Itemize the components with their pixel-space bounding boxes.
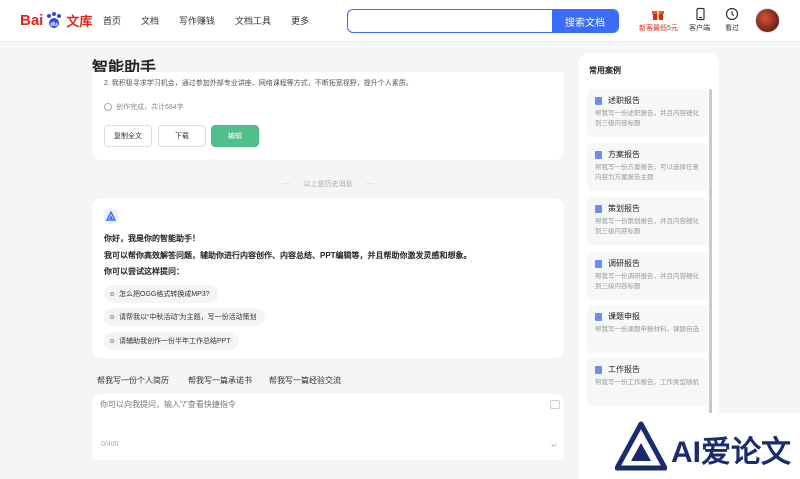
suggestion-text: 请帮我以“中秋活动”为主题，写一份活动策划 (119, 314, 257, 321)
assistant-try-prompt: 你可以尝试这样提问： (104, 267, 184, 276)
suggestion-chip[interactable]: 怎么把OGG格式转换成MP3? (104, 285, 218, 303)
document-icon (595, 312, 602, 321)
logo-wenku: 文库 (66, 13, 93, 29)
nav-home[interactable]: 首页 (103, 14, 121, 27)
bullet-icon (110, 339, 114, 343)
baidu-wenku-logo[interactable]: Bai du 文库 (20, 7, 92, 33)
new-customer-promo[interactable]: 新客最低5元 (639, 7, 678, 33)
history-label: 看过 (725, 25, 739, 32)
image-upload-icon[interactable] (550, 400, 560, 409)
bullet-icon (110, 292, 114, 296)
document-icon (595, 259, 602, 268)
clock-icon (725, 7, 739, 21)
promo-label: 新客最低5元 (639, 25, 678, 32)
nav-more[interactable]: 更多 (291, 14, 309, 27)
bullet-icon (110, 315, 114, 319)
document-icon (595, 365, 602, 374)
suggestion-chip[interactable]: 请帮我以“中秋活动”为主题，写一份活动策划 (104, 308, 265, 326)
cases-title: 常用案例 (589, 66, 621, 75)
copy-all-button[interactable]: 复制全文 (104, 125, 152, 147)
chat-input[interactable] (100, 399, 540, 429)
case-item[interactable]: 述职报告 帮我写一份述职报告，并且内容细化到三级内容标题 (587, 89, 707, 137)
case-desc: 帮我写一份方案报告，可以选择任意内容为方案报告主题 (595, 164, 699, 181)
case-item[interactable]: 策划报告 帮我写一份策划报告，并且内容细化到三级内容标题 (587, 197, 707, 245)
watermark-logo-icon (615, 421, 667, 471)
history-text-line: 2. 我积极寻求学习机会，通过参加外部专业讲座、网络课程等方式，不断拓宽视野，提… (104, 80, 413, 87)
case-item[interactable]: 调研报告 帮我写一份调研报告，并且内容细化到三级内容标题 (587, 252, 707, 300)
send-icon[interactable]: ↵ (551, 441, 558, 450)
case-item[interactable]: 课题申报 帮我写一份课题申报材料，课题自选 (587, 305, 707, 353)
case-title: 课题申报 (608, 312, 640, 321)
quick-prompt-commitment[interactable]: 帮我写一篇承诺书 (188, 375, 252, 386)
top-navbar: Bai du 文库 首页 文档 写作赚钱 文档工具 更多 搜索文档 新客最低5元 (0, 0, 800, 42)
case-title: 工作报告 (608, 365, 640, 374)
avatar[interactable] (755, 8, 780, 33)
client-label: 客户端 (689, 25, 710, 32)
check-circle-icon (104, 103, 112, 111)
main-nav: 首页 文档 写作赚钱 文档工具 更多 (103, 14, 329, 27)
watermark: AI爱论文 (601, 413, 800, 479)
history-divider: 以上是历史消息 (92, 179, 564, 189)
logo-du: du (51, 22, 59, 28)
suggestion-text: 请辅助我创作一份半年工作总结PPT (119, 338, 231, 345)
char-counter: 0/400 (101, 441, 119, 448)
quick-prompt-experience[interactable]: 帮我写一篇经验交流 (269, 375, 341, 386)
search-bar: 搜索文档 (347, 9, 619, 33)
assistant-welcome-card: 你好，我是你的智能助手！ 我可以帮你高效解答问题，辅助你进行内容创作、内容总结、… (92, 198, 564, 358)
case-desc: 帮我写一份述职报告，并且内容细化到三级内容标题 (595, 110, 699, 127)
nav-doc-tools[interactable]: 文档工具 (235, 14, 271, 27)
download-button[interactable]: 下载 (158, 125, 206, 147)
case-item[interactable]: 方案报告 帮我写一份方案报告，可以选择任意内容为方案报告主题 (587, 143, 707, 191)
chat-input-box: 0/400 ↵ (92, 394, 564, 460)
logo-bai: Bai (20, 11, 44, 29)
phone-icon (695, 7, 705, 21)
watermark-text: AI爱论文 (671, 436, 791, 469)
client-app-link[interactable]: 客户端 (689, 7, 710, 33)
document-icon (595, 96, 602, 105)
cases-scrollbar[interactable] (709, 89, 712, 429)
case-title: 策划报告 (608, 204, 640, 213)
case-title: 调研报告 (608, 259, 640, 268)
document-icon (595, 150, 602, 159)
nav-docs[interactable]: 文档 (141, 14, 159, 27)
completion-status: 创作完成，共计684字 (104, 102, 184, 112)
case-desc: 帮我写一份课题申报材料，课题自选 (595, 326, 699, 333)
suggestion-chip[interactable]: 请辅助我创作一份半年工作总结PPT (104, 332, 239, 350)
assistant-logo-icon (104, 209, 118, 223)
paw-icon: du (44, 10, 64, 30)
edit-button[interactable]: 编辑 (211, 125, 259, 147)
quick-prompt-resume[interactable]: 帮我写一份个人简历 (97, 375, 169, 386)
gift-icon (652, 11, 665, 20)
nav-write-earn[interactable]: 写作赚钱 (179, 14, 215, 27)
search-input[interactable] (348, 10, 554, 32)
case-item[interactable]: 工作报告 帮我写一份工作报告，工作类型随机 (587, 358, 707, 406)
suggestion-text: 怎么把OGG格式转换成MP3? (119, 291, 210, 298)
case-title: 方案报告 (608, 150, 640, 159)
document-icon (595, 204, 602, 213)
case-desc: 帮我写一份工作报告，工作类型随机 (595, 379, 699, 386)
assistant-greeting: 你好，我是你的智能助手！ (104, 234, 200, 243)
case-desc: 帮我写一份策划报告，并且内容细化到三级内容标题 (595, 218, 699, 235)
history-link[interactable]: 看过 (725, 7, 739, 33)
assistant-intro: 我可以帮你高效解答问题，辅助你进行内容创作、内容总结、PPT编辑等，并且帮助你激… (104, 251, 472, 260)
history-message-card: 2. 我积极寻求学习机会，通过参加外部专业讲座、网络课程等方式，不断拓宽视野，提… (92, 72, 564, 160)
case-title: 述职报告 (608, 96, 640, 105)
case-desc: 帮我写一份调研报告，并且内容细化到三级内容标题 (595, 273, 699, 290)
completion-text: 创作完成，共计684字 (116, 104, 184, 111)
search-button[interactable]: 搜索文档 (552, 10, 618, 32)
history-divider-text: 以上是历史消息 (303, 181, 353, 188)
